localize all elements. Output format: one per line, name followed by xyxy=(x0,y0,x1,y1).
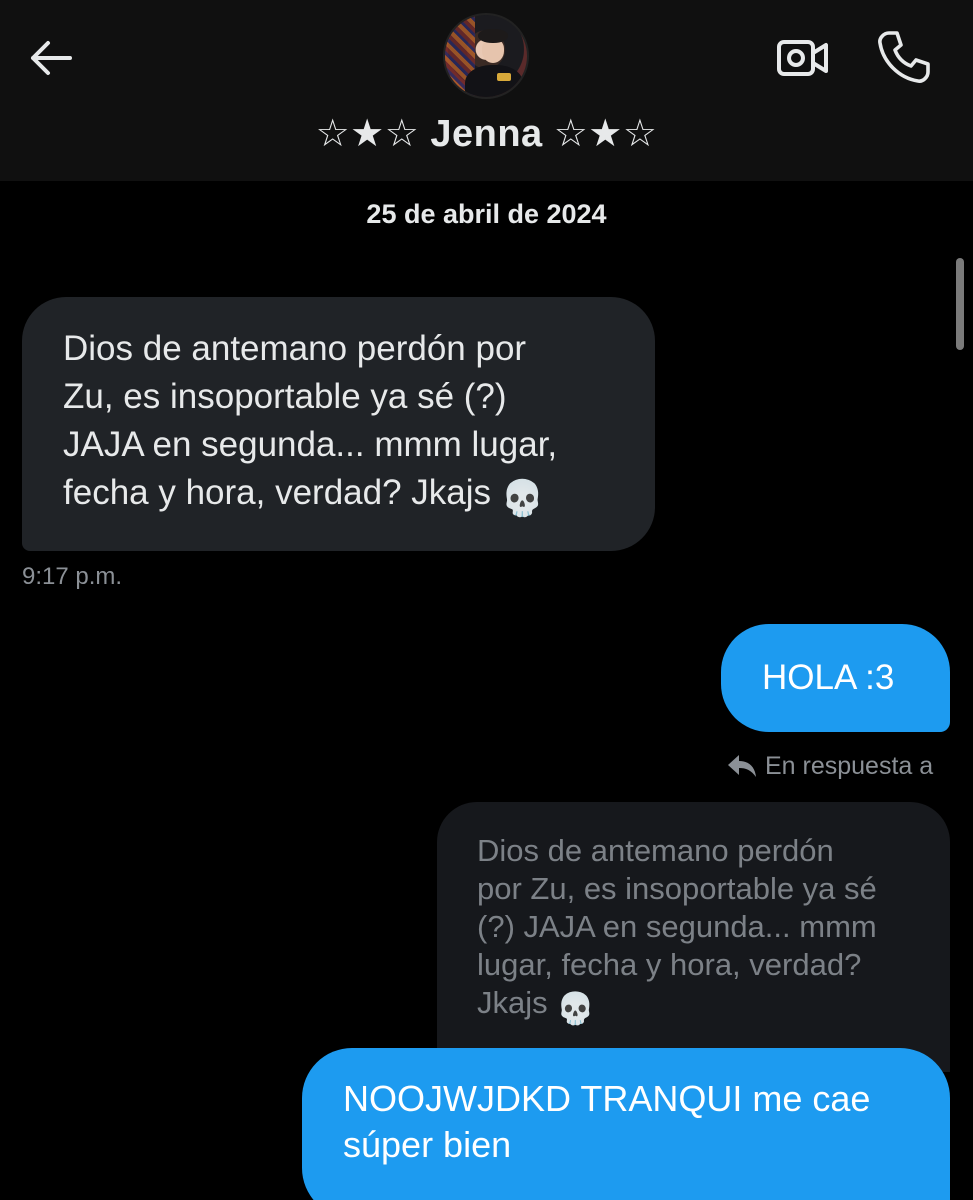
message-text: HOLA :3 xyxy=(762,658,895,697)
outgoing-message-bubble[interactable]: HOLA :3 xyxy=(721,624,950,732)
video-call-button[interactable] xyxy=(774,30,832,86)
skull-emoji: 💀 xyxy=(556,991,595,1026)
outgoing-message-bubble[interactable]: NOOJWJDKD TRANQUI me cae súper bien xyxy=(302,1048,950,1200)
contact-avatar[interactable] xyxy=(443,13,529,99)
reply-label-text: En respuesta a xyxy=(765,751,934,780)
voice-call-button[interactable] xyxy=(872,26,934,88)
skull-emoji: 💀 xyxy=(500,479,545,518)
message-text: Dios de antemano perdón por Zu, es insop… xyxy=(63,329,558,512)
dm-conversation-screen: ☆★☆ Jenna ☆★☆ 25 de abril de 2024 Dios d… xyxy=(0,0,973,1200)
reply-indicator: En respuesta a xyxy=(727,751,933,781)
date-separator: 25 de abril de 2024 xyxy=(366,199,607,229)
message-text: NOOJWJDKD TRANQUI me cae súper bien xyxy=(343,1078,871,1165)
message-timestamp: 9:17 p.m. xyxy=(22,563,123,590)
scrollbar-thumb[interactable] xyxy=(956,258,964,350)
quoted-message[interactable]: Dios de antemano perdón por Zu, es insop… xyxy=(437,802,950,1072)
conversation-header: ☆★☆ Jenna ☆★☆ xyxy=(0,0,973,181)
incoming-message-bubble[interactable]: Dios de antemano perdón por Zu, es insop… xyxy=(22,297,655,551)
reply-arrow-icon xyxy=(728,755,756,777)
back-button[interactable] xyxy=(22,30,78,86)
phone-icon xyxy=(878,31,930,83)
arrow-left-icon xyxy=(31,41,72,75)
contact-name[interactable]: ☆★☆ Jenna ☆★☆ xyxy=(0,111,973,156)
video-camera-icon xyxy=(777,40,828,76)
quoted-text: Dios de antemano perdón por Zu, es insop… xyxy=(477,833,877,1020)
